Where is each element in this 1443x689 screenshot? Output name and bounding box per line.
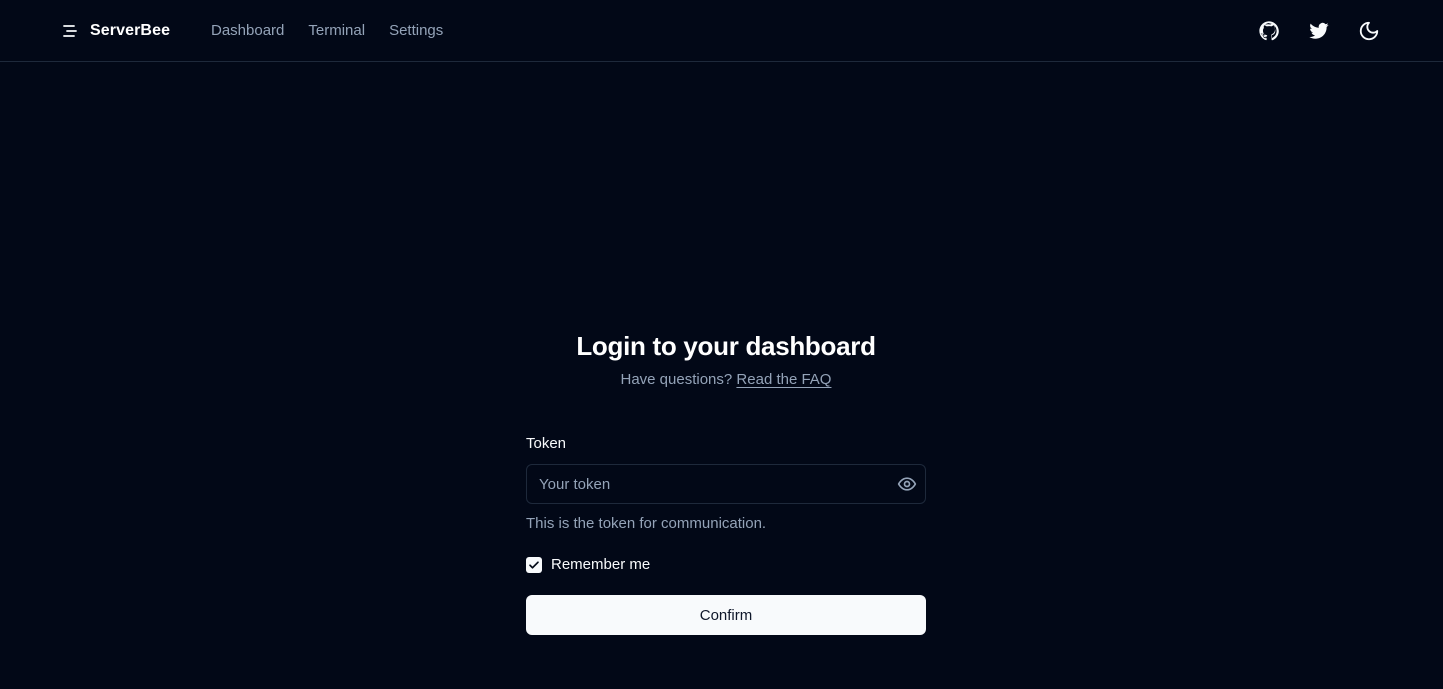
token-field <box>526 464 926 504</box>
token-helper-text: This is the token for communication. <box>526 515 767 532</box>
header-actions <box>1257 0 1381 61</box>
confirm-button[interactable]: Confirm <box>526 595 926 635</box>
token-label: Token <box>526 435 567 452</box>
subtitle: Have questions? Read the FAQ <box>526 370 926 390</box>
token-input[interactable] <box>527 465 925 503</box>
github-icon[interactable] <box>1257 19 1281 43</box>
top-navigation-bar: ServerBee Dashboard Terminal Settings <box>0 0 1443 62</box>
eye-icon[interactable] <box>897 474 917 494</box>
check-icon <box>529 560 539 569</box>
login-panel: Login to your dashboard Have questions? … <box>526 330 926 635</box>
login-form: Token This is the token for communicatio… <box>526 434 926 635</box>
faq-link[interactable]: Read the FAQ <box>736 371 831 388</box>
nav-link-dashboard[interactable]: Dashboard <box>211 22 284 39</box>
page-title: Login to your dashboard <box>576 331 876 361</box>
brand: ServerBee <box>62 0 170 61</box>
subtitle-text: Have questions? <box>620 371 733 388</box>
moon-icon[interactable] <box>1357 19 1381 43</box>
twitter-icon[interactable] <box>1307 19 1331 43</box>
remember-me-label[interactable]: Remember me <box>551 556 650 573</box>
remember-me-row: Remember me <box>526 556 926 573</box>
brand-name[interactable]: ServerBee <box>90 22 170 40</box>
nav-link-settings[interactable]: Settings <box>389 22 443 39</box>
remember-me-checkbox[interactable] <box>526 556 542 573</box>
main-nav: Dashboard Terminal Settings <box>211 0 443 61</box>
nav-link-terminal[interactable]: Terminal <box>308 22 365 39</box>
menu-icon[interactable] <box>62 22 80 40</box>
